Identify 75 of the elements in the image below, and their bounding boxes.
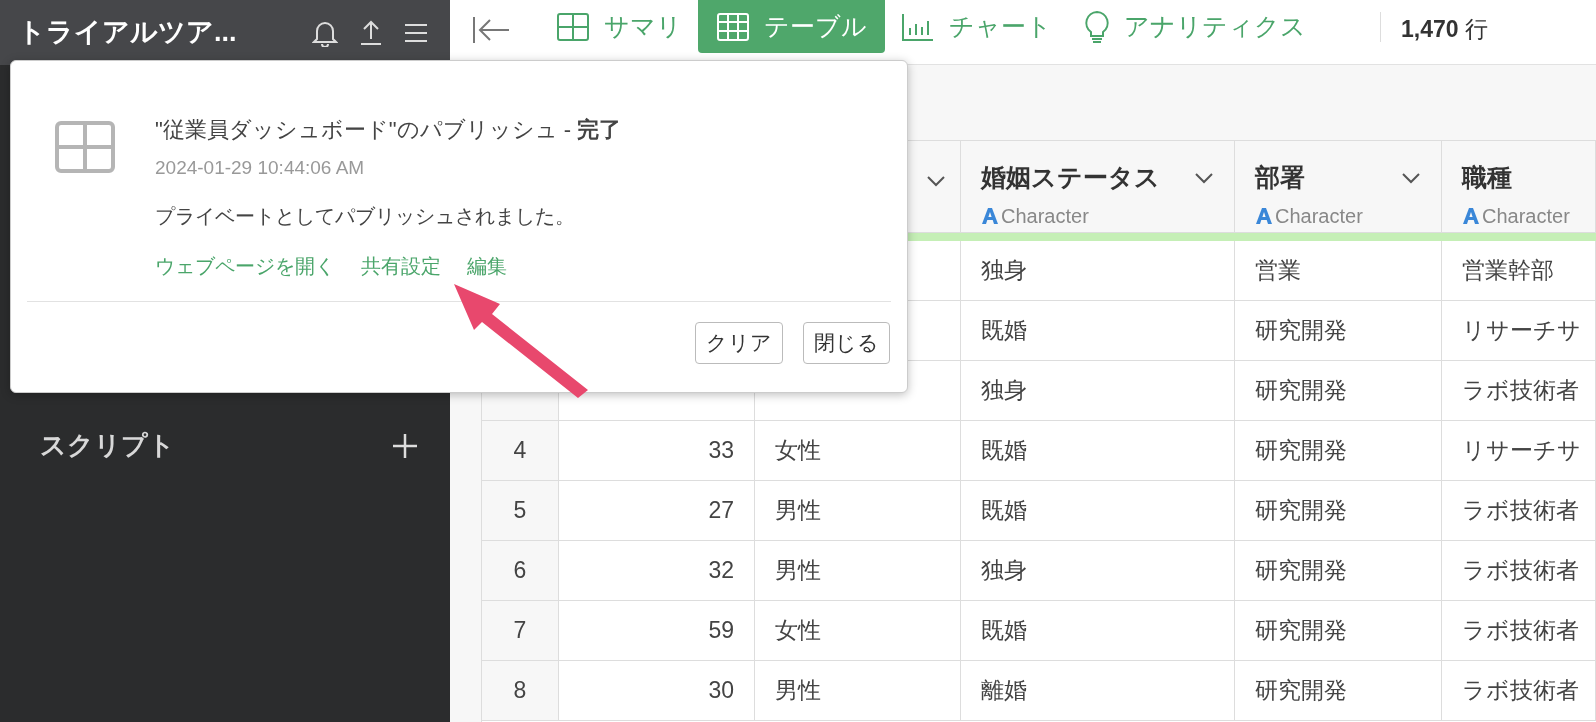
table-cell: 営業幹部 xyxy=(1442,241,1596,301)
chevron-down-icon[interactable] xyxy=(926,175,946,187)
row-number: 6 xyxy=(482,541,559,601)
collapse-left-icon[interactable] xyxy=(472,16,510,44)
table-cell: 既婚 xyxy=(961,421,1235,481)
row-number: 8 xyxy=(482,661,559,721)
table-cell: 男性 xyxy=(755,541,961,601)
grid-icon xyxy=(556,11,590,42)
upload-icon[interactable] xyxy=(360,19,382,46)
dialog-button[interactable]: クリア xyxy=(695,321,783,364)
table-cell: 研究開発 xyxy=(1235,361,1442,421)
column-name: 婚姻ステータス xyxy=(981,162,1160,193)
view-tab[interactable]: アナリティクス xyxy=(1068,0,1322,53)
table-cell: 独身 xyxy=(961,241,1235,301)
table-cell: 既婚 xyxy=(961,301,1235,361)
table-cell: 既婚 xyxy=(961,481,1235,541)
menu-icon[interactable] xyxy=(404,22,428,43)
table-cell: 研究開発 xyxy=(1235,541,1442,601)
table-cell: 研究開発 xyxy=(1235,481,1442,541)
plus-icon[interactable] xyxy=(392,432,418,459)
project-title: トライアルツア... xyxy=(18,16,237,50)
table-cell: 独身 xyxy=(961,541,1235,601)
notification-link[interactable]: 共有設定 xyxy=(361,250,441,281)
column-type: Character xyxy=(1001,203,1089,229)
view-tab[interactable]: チャート xyxy=(885,0,1068,53)
table-cell: 研究開発 xyxy=(1235,661,1442,721)
row-count: 1,470 行 xyxy=(1401,15,1488,44)
table-cell: 30 xyxy=(559,661,755,721)
table-cell: リサーチサ xyxy=(1442,421,1596,481)
table-cell: 研究開発 xyxy=(1235,601,1442,661)
row-number: 5 xyxy=(482,481,559,541)
table-cell: 59 xyxy=(559,601,755,661)
column-name: 職種 xyxy=(1462,162,1512,193)
dialog-button[interactable]: 閉じる xyxy=(803,321,890,364)
dashboard-grid-icon xyxy=(55,121,115,173)
notification-time: 2024-01-29 10:44:06 AM xyxy=(155,156,366,180)
notification-title: "従業員ダッシュボード"のパブリッシュ - 完了 xyxy=(155,116,622,144)
column-name: 部署 xyxy=(1255,162,1305,193)
notification-link[interactable]: ウェブページを開く xyxy=(155,250,335,281)
table-cell: 研究開発 xyxy=(1235,421,1442,481)
table-icon xyxy=(716,11,750,42)
table-cell: 研究開発 xyxy=(1235,301,1442,361)
chevron-down-icon[interactable] xyxy=(1194,171,1214,184)
table-cell: 営業 xyxy=(1235,241,1442,301)
table-cell: ラボ技術者 xyxy=(1442,661,1596,721)
lightbulb-icon xyxy=(1084,9,1110,44)
table-cell: リサーチサ xyxy=(1442,301,1596,361)
row-number: 7 xyxy=(482,601,559,661)
text-type-icon xyxy=(1255,206,1273,225)
table-cell: ラボ技術者 xyxy=(1442,601,1596,661)
table-cell: 33 xyxy=(559,421,755,481)
table-cell: ラボ技術者 xyxy=(1442,361,1596,421)
view-tab[interactable]: テーブル xyxy=(698,0,885,53)
table-cell: 女性 xyxy=(755,421,961,481)
table-cell: 男性 xyxy=(755,661,961,721)
column-type: Character xyxy=(1275,203,1363,229)
column-type: Character xyxy=(1482,203,1570,229)
table-cell: ラボ技術者 xyxy=(1442,481,1596,541)
table-cell: ラボ技術者 xyxy=(1442,541,1596,601)
notification-message: プライベートとしてパブリッシュされました。 xyxy=(155,203,576,229)
text-type-icon xyxy=(1462,206,1480,225)
table-cell: 32 xyxy=(559,541,755,601)
table-cell: 27 xyxy=(559,481,755,541)
row-number: 4 xyxy=(482,421,559,481)
section-label: スクリプト xyxy=(40,429,175,462)
table-cell: 男性 xyxy=(755,481,961,541)
table-cell: 独身 xyxy=(961,361,1235,421)
text-type-icon xyxy=(981,206,999,225)
table-cell: 離婚 xyxy=(961,661,1235,721)
chevron-down-icon[interactable] xyxy=(1401,171,1421,184)
table-cell: 女性 xyxy=(755,601,961,661)
bar-chart-icon xyxy=(901,11,935,42)
view-tab[interactable]: サマリ xyxy=(540,0,698,53)
table-cell: 既婚 xyxy=(961,601,1235,661)
notification-link[interactable]: 編集 xyxy=(467,250,507,281)
